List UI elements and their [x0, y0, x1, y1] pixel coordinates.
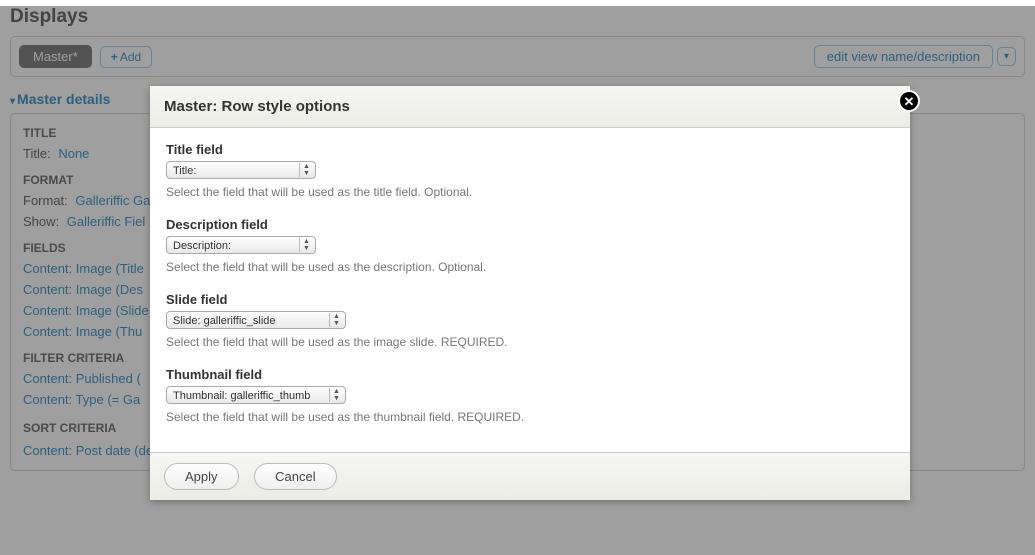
description-field-label: Description field	[166, 217, 894, 232]
thumbnail-field-help: Select the field that will be used as th…	[166, 410, 894, 424]
row-style-modal: ✕ Master: Row style options Title field …	[150, 86, 910, 500]
slide-field-select[interactable]: Slide: galleriffic_slide ▲▼	[166, 311, 346, 329]
description-field-select[interactable]: Description: ▲▼	[166, 236, 316, 254]
apply-button[interactable]: Apply	[164, 463, 239, 490]
title-field-help: Select the field that will be used as th…	[166, 185, 894, 199]
thumbnail-field-select[interactable]: Thumbnail: galleriffic_thumb ▲▼	[166, 386, 346, 404]
select-value: Description:	[173, 240, 231, 252]
thumbnail-field-label: Thumbnail field	[166, 367, 894, 382]
cancel-button[interactable]: Cancel	[254, 463, 336, 490]
modal-title: Master: Row style options	[164, 98, 896, 115]
select-stepper-icon: ▲▼	[299, 238, 313, 252]
select-value: Title:	[173, 165, 196, 177]
select-stepper-icon: ▲▼	[329, 388, 343, 402]
close-icon[interactable]: ✕	[898, 90, 920, 112]
title-field-label: Title field	[166, 142, 894, 157]
slide-field-help: Select the field that will be used as th…	[166, 335, 894, 349]
select-stepper-icon: ▲▼	[299, 163, 313, 177]
description-field-help: Select the field that will be used as th…	[166, 260, 894, 274]
slide-field-label: Slide field	[166, 292, 894, 307]
select-value: Slide: galleriffic_slide	[173, 315, 276, 327]
title-field-select[interactable]: Title: ▲▼	[166, 161, 316, 179]
select-value: Thumbnail: galleriffic_thumb	[173, 390, 310, 402]
select-stepper-icon: ▲▼	[329, 313, 343, 327]
